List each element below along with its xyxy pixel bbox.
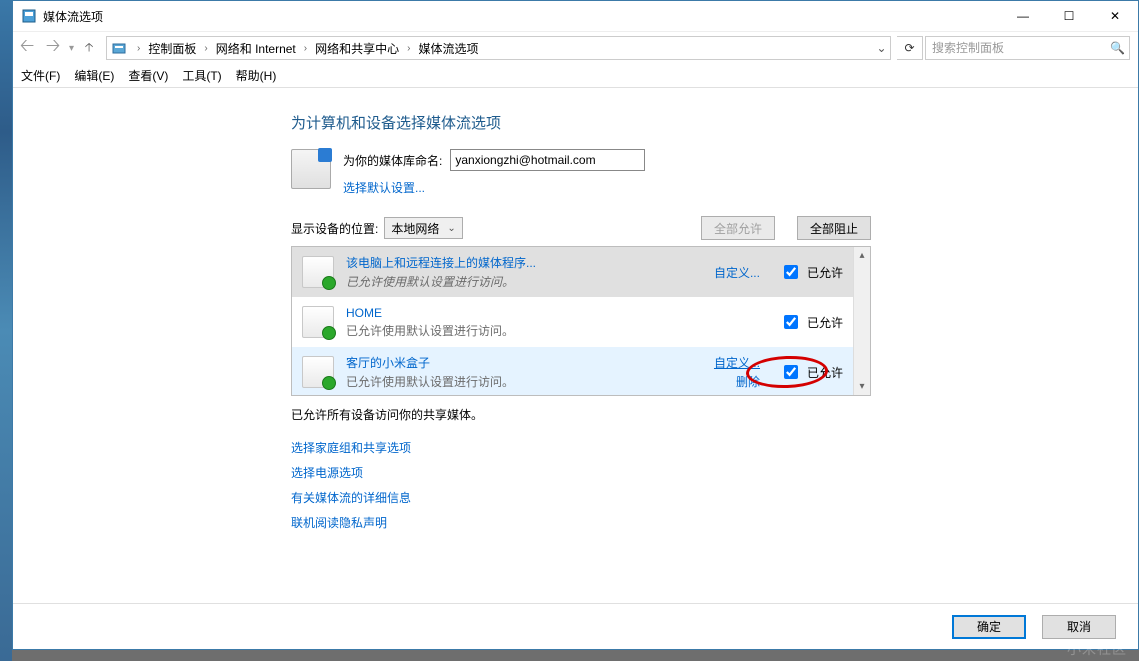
device-subtitle: 已允许使用默认设置进行访问。	[346, 322, 748, 339]
breadcrumb-separator: ›	[131, 43, 146, 54]
device-allow-checkbox[interactable]	[784, 265, 798, 279]
page-heading: 为计算机和设备选择媒体流选项	[291, 112, 871, 133]
scroll-down-button[interactable]: ▾	[854, 378, 870, 395]
up-button[interactable]: 🡡	[78, 37, 100, 59]
history-dropdown[interactable]: ▾	[69, 43, 74, 54]
position-combo[interactable]: 本地网络 ⌄	[384, 217, 462, 239]
address-dropdown[interactable]: ⌄	[872, 37, 890, 59]
device-allow-label: 已允许	[807, 264, 843, 281]
menu-file[interactable]: 文件(F)	[21, 67, 60, 84]
address-bar[interactable]: › 控制面板 › 网络和 Internet › 网络和共享中心 › 媒体流选项 …	[106, 36, 891, 60]
device-icon	[302, 256, 334, 288]
device-title[interactable]: HOME	[346, 306, 748, 320]
position-value: 本地网络	[391, 220, 439, 237]
related-links: 选择家庭组和共享选项 选择电源选项 有关媒体流的详细信息 联机阅读隐私声明	[291, 439, 871, 531]
search-icon: 🔍	[1110, 41, 1125, 55]
allow-all-button[interactable]: 全部允许	[701, 216, 775, 240]
device-allow-check[interactable]: 已允许	[780, 312, 843, 332]
window-title: 媒体流选项	[43, 8, 103, 25]
device-row[interactable]: 该电脑上和远程连接上的媒体程序... 已允许使用默认设置进行访问。 自定义...…	[292, 247, 853, 297]
device-row[interactable]: 客厅的小米盒子 已允许使用默认设置进行访问。 自定义... 删除 已允许	[292, 347, 853, 395]
cancel-button[interactable]: 取消	[1042, 615, 1116, 639]
privacy-link[interactable]: 联机阅读隐私声明	[291, 514, 871, 531]
device-remove-link[interactable]: 删除	[736, 373, 760, 390]
breadcrumb-item[interactable]: 控制面板	[146, 40, 198, 57]
device-allow-check[interactable]: 已允许	[780, 262, 843, 282]
title-bar: 媒体流选项 — ☐ ✕	[13, 1, 1138, 31]
location-icon	[111, 40, 127, 56]
search-input[interactable]	[930, 40, 1110, 56]
scroll-track[interactable]	[854, 264, 870, 378]
refresh-button[interactable]: ⟳	[897, 36, 923, 60]
device-icon	[302, 306, 334, 338]
search-box[interactable]: 🔍	[925, 36, 1130, 60]
control-panel-window: 媒体流选项 — ☐ ✕ 🡠 🡢 ▾ 🡡 › 控制面板 › 网络和 Interne…	[12, 0, 1139, 650]
device-title[interactable]: 客厅的小米盒子	[346, 354, 702, 371]
device-customize-link[interactable]: 自定义...	[714, 354, 760, 371]
maximize-button[interactable]: ☐	[1046, 1, 1092, 31]
status-text: 已允许所有设备访问你的共享媒体。	[291, 406, 871, 423]
scrollbar[interactable]: ▴ ▾	[853, 247, 870, 395]
media-library-icon	[291, 149, 331, 189]
minimize-button[interactable]: —	[1000, 1, 1046, 31]
breadcrumb-separator: ›	[401, 43, 416, 54]
device-list: 该电脑上和远程连接上的媒体程序... 已允许使用默认设置进行访问。 自定义...…	[291, 246, 871, 396]
device-allow-check[interactable]: 已允许	[780, 362, 843, 382]
forward-button[interactable]: 🡢	[41, 36, 65, 60]
block-all-button[interactable]: 全部阻止	[797, 216, 871, 240]
device-position-row: 显示设备的位置: 本地网络 ⌄ 全部允许 全部阻止	[291, 216, 871, 240]
menu-view[interactable]: 查看(V)	[128, 67, 168, 84]
media-stream-info-link[interactable]: 有关媒体流的详细信息	[291, 489, 871, 506]
menu-tools[interactable]: 工具(T)	[182, 67, 221, 84]
device-row[interactable]: HOME 已允许使用默认设置进行访问。 已允许	[292, 297, 853, 347]
breadcrumb-item[interactable]: 媒体流选项	[416, 40, 480, 57]
library-name-row: 为你的媒体库命名: 选择默认设置...	[291, 149, 871, 196]
content-area: 为计算机和设备选择媒体流选项 为你的媒体库命名: 选择默认设置... 显示设备的…	[13, 88, 1138, 603]
device-subtitle: 已允许使用默认设置进行访问。	[346, 273, 702, 290]
homegroup-link[interactable]: 选择家庭组和共享选项	[291, 439, 871, 456]
footer-bar: 确定 取消	[13, 603, 1138, 649]
menu-edit[interactable]: 编辑(E)	[74, 67, 114, 84]
power-options-link[interactable]: 选择电源选项	[291, 464, 871, 481]
device-allow-label: 已允许	[807, 364, 843, 381]
navigation-bar: 🡠 🡢 ▾ 🡡 › 控制面板 › 网络和 Internet › 网络和共享中心 …	[13, 31, 1138, 64]
breadcrumb-separator: ›	[198, 43, 213, 54]
breadcrumb-item[interactable]: 网络和 Internet	[214, 40, 298, 57]
chevron-down-icon: ⌄	[447, 223, 455, 234]
window-controls: — ☐ ✕	[1000, 1, 1138, 31]
desktop-edge	[0, 0, 12, 661]
back-button[interactable]: 🡠	[15, 36, 39, 60]
device-subtitle: 已允许使用默认设置进行访问。	[346, 373, 702, 390]
close-button[interactable]: ✕	[1092, 1, 1138, 31]
menu-help[interactable]: 帮助(H)	[236, 67, 277, 84]
position-label: 显示设备的位置:	[291, 220, 378, 237]
default-settings-link[interactable]: 选择默认设置...	[343, 179, 645, 196]
library-name-input[interactable]	[450, 149, 645, 171]
device-allow-checkbox[interactable]	[784, 365, 798, 379]
device-icon	[302, 356, 334, 388]
ok-button[interactable]: 确定	[952, 615, 1026, 639]
watermark: 小米社区	[1067, 639, 1127, 659]
library-name-label: 为你的媒体库命名:	[343, 152, 442, 169]
scroll-up-button[interactable]: ▴	[854, 247, 870, 264]
breadcrumb-item[interactable]: 网络和共享中心	[313, 40, 401, 57]
breadcrumb-separator: ›	[298, 43, 313, 54]
device-allow-label: 已允许	[807, 314, 843, 331]
device-customize-link[interactable]: 自定义...	[714, 264, 760, 281]
app-icon	[21, 8, 37, 24]
menu-bar: 文件(F) 编辑(E) 查看(V) 工具(T) 帮助(H)	[13, 64, 1138, 88]
device-allow-checkbox[interactable]	[784, 315, 798, 329]
device-title[interactable]: 该电脑上和远程连接上的媒体程序...	[346, 254, 702, 271]
